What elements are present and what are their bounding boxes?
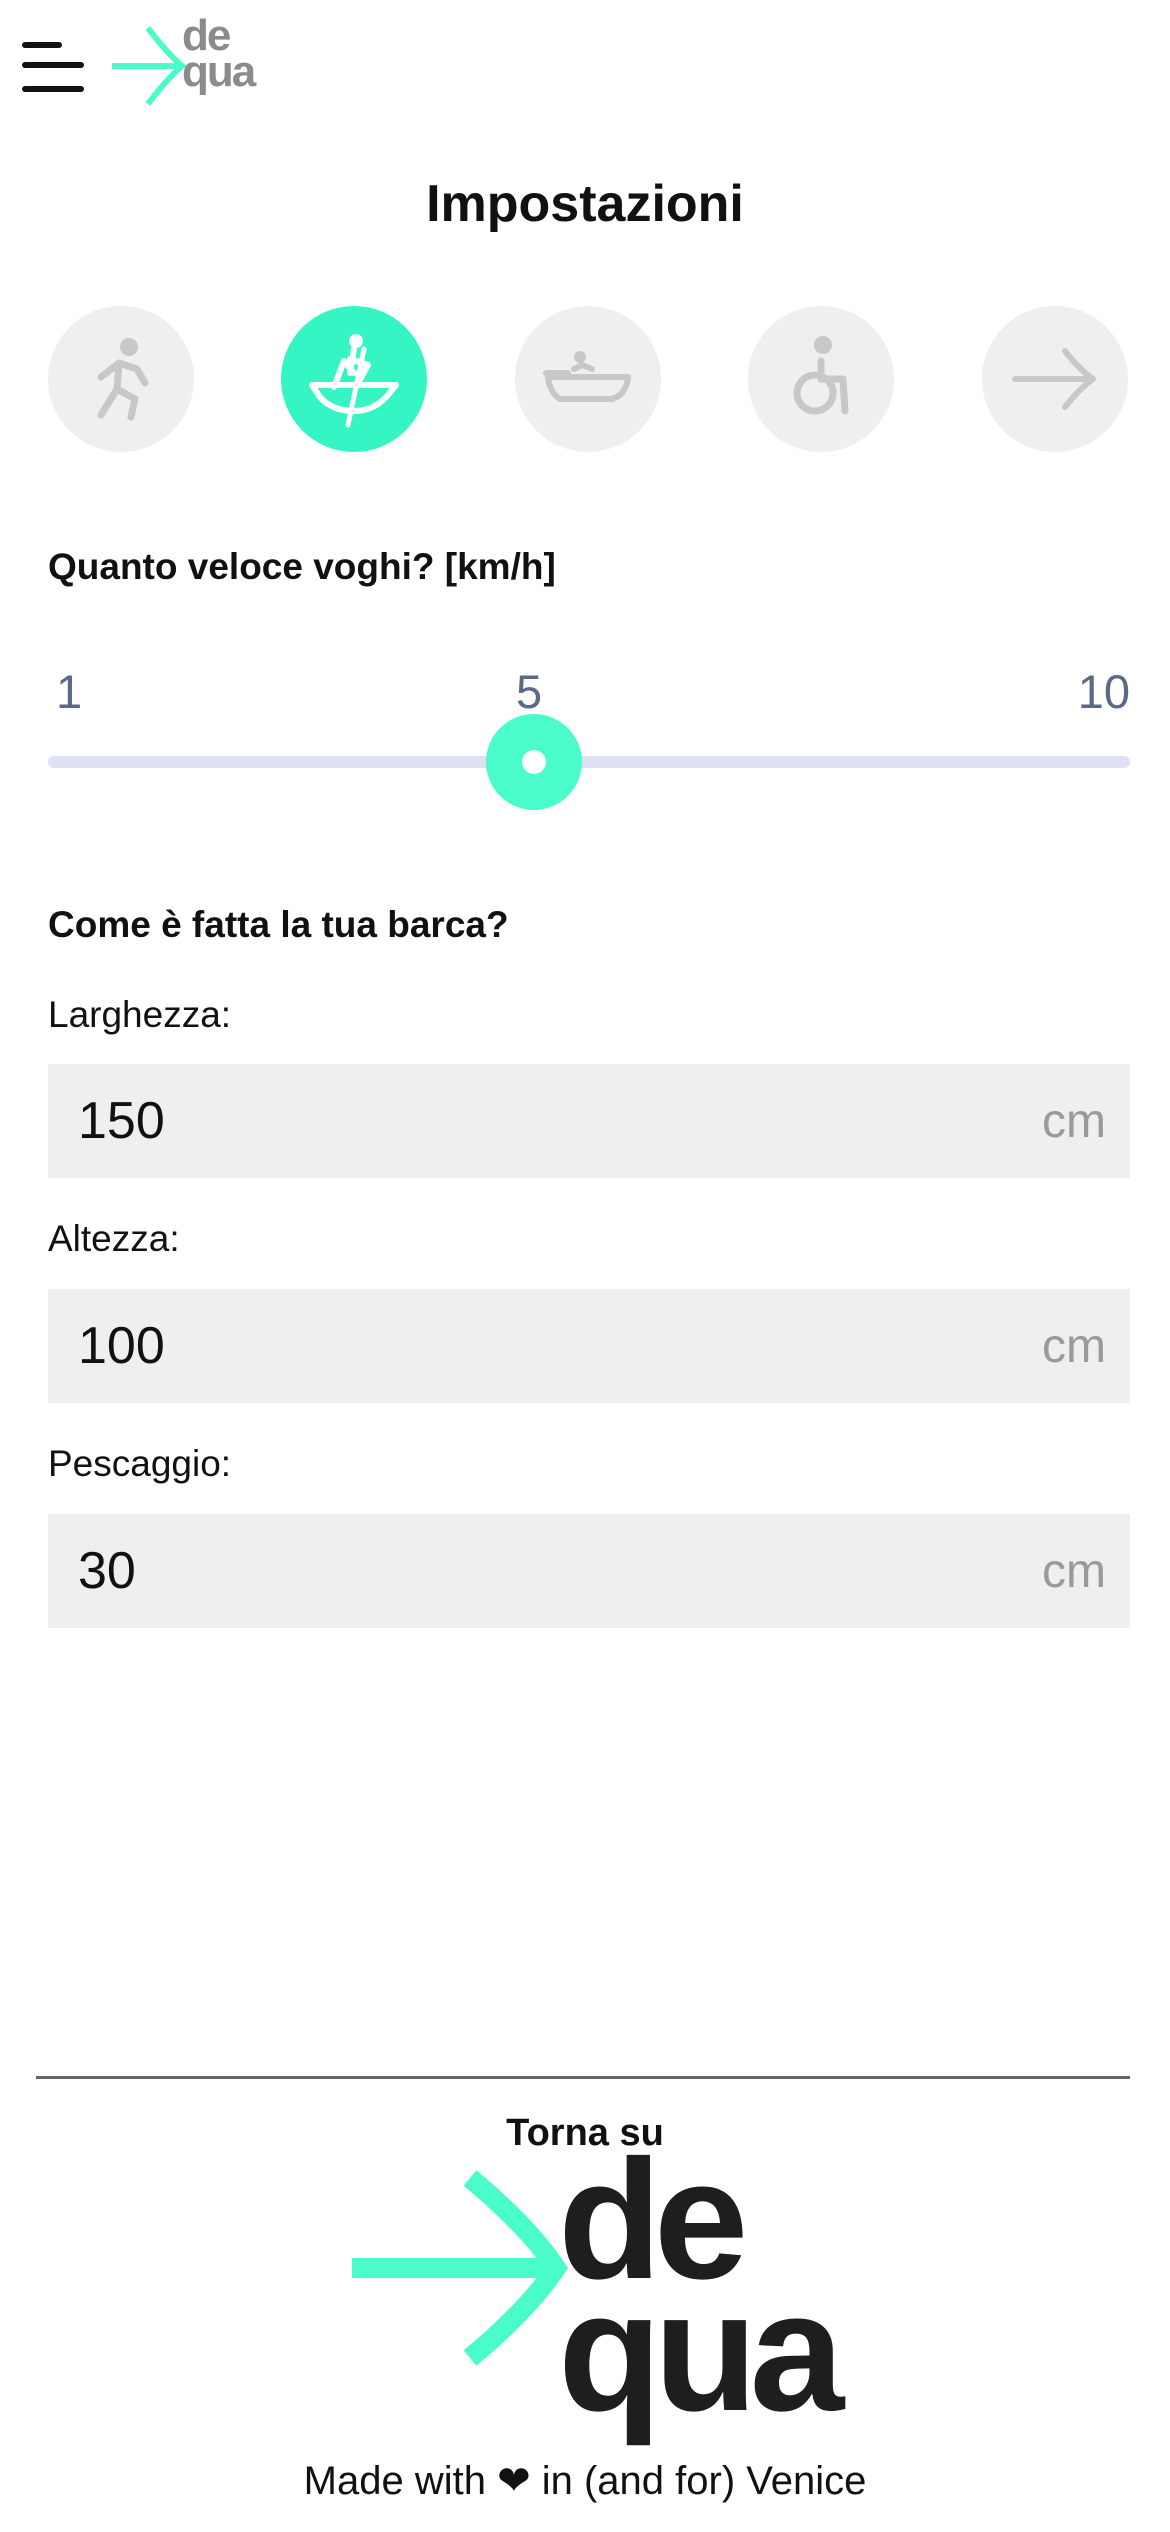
width-input[interactable] — [78, 1064, 978, 1178]
width-field: cm — [48, 1064, 1130, 1178]
draft-field: cm — [48, 1514, 1130, 1628]
draft-label: Pescaggio: — [48, 1443, 232, 1484]
boat-question: Come è fatta la tua barca? — [48, 904, 509, 945]
width-label: Larghezza: — [48, 994, 232, 1035]
made-with-suffix: in (and for) Venice — [541, 2459, 867, 2503]
mode-rowing-button[interactable] — [281, 306, 427, 452]
slider-max-label: 10 — [1077, 665, 1130, 718]
motor-boat-icon — [543, 351, 631, 402]
draft-input[interactable] — [78, 1514, 978, 1628]
logo-line2: qua — [182, 47, 256, 96]
walking-icon — [97, 338, 149, 421]
draft-unit: cm — [1042, 1545, 1106, 1598]
rowing-boat-icon — [309, 334, 399, 428]
slider-min-label: 1 — [56, 665, 83, 718]
arrow-right-icon — [1012, 348, 1096, 410]
wheelchair-icon — [793, 336, 849, 415]
speed-slider-track[interactable] — [48, 756, 1130, 768]
footer-logo: de qua — [350, 2135, 844, 2437]
page-title: Impostazioni — [426, 175, 744, 233]
footer-divider — [36, 2076, 1130, 2079]
speed-slider-thumb[interactable] — [486, 714, 582, 810]
transport-mode-selector — [48, 306, 1128, 456]
width-unit: cm — [1042, 1095, 1106, 1148]
logo-text: de qua — [182, 14, 256, 96]
heart-icon: ❤ — [497, 2459, 531, 2503]
logo-arrow-icon — [112, 26, 187, 106]
hamburger-menu-icon[interactable] — [22, 38, 86, 98]
footer-logo-line2: qua — [558, 2257, 844, 2447]
mode-walking-button[interactable] — [48, 306, 194, 452]
height-field: cm — [48, 1289, 1130, 1403]
speed-question: Quanto veloce voghi? [km/h] — [48, 546, 556, 587]
height-input[interactable] — [78, 1289, 978, 1403]
mode-motorboat-button[interactable] — [515, 306, 661, 452]
footer-logo-arrow-icon — [352, 2170, 569, 2366]
made-with-text: Made with ❤ in (and for) Venice — [0, 2458, 1170, 2504]
height-label: Altezza: — [48, 1218, 180, 1259]
slider-thumb-dot — [522, 750, 546, 774]
dequa-logo[interactable]: de qua — [112, 14, 282, 112]
mode-wheelchair-button[interactable] — [748, 306, 894, 452]
speed-slider-labels: 1 5 10 — [48, 664, 1130, 718]
slider-mid-label: 5 — [516, 665, 543, 718]
made-with-prefix: Made with — [303, 2459, 486, 2503]
header: de qua — [0, 0, 1170, 130]
height-unit: cm — [1042, 1320, 1106, 1373]
mode-direct-button[interactable] — [982, 306, 1128, 452]
